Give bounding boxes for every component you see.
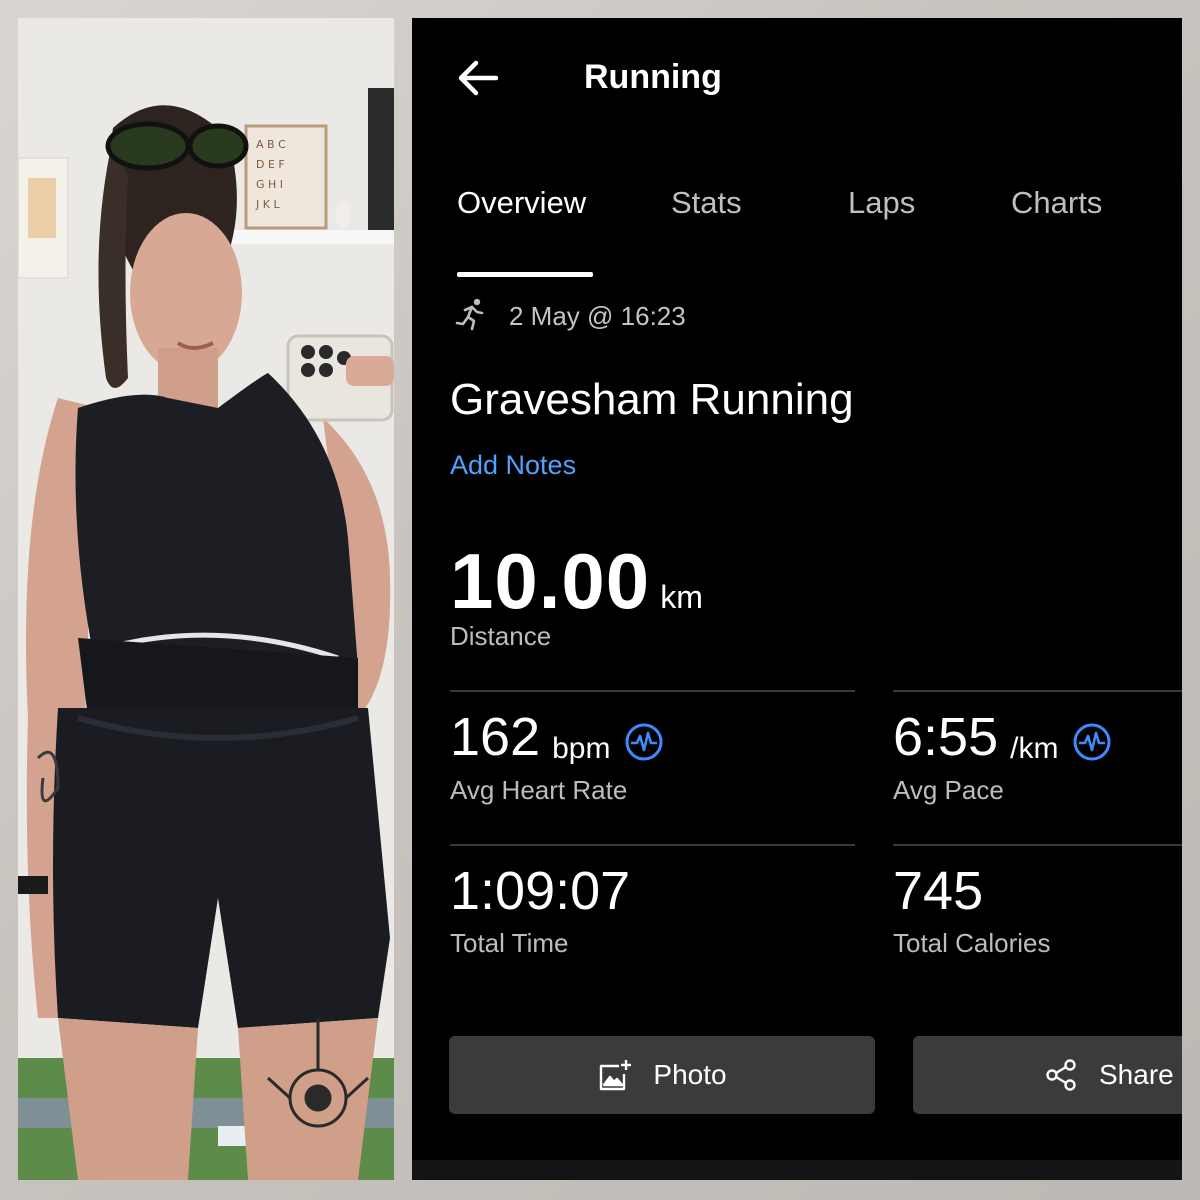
activity-name[interactable]: Gravesham Running (450, 375, 854, 425)
back-arrow-icon[interactable] (456, 56, 500, 100)
bottom-bar (412, 1160, 1182, 1180)
pace-label: Avg Pace (893, 775, 1004, 805)
page-title: Running (584, 58, 722, 96)
total-calories-value: 745 (893, 861, 984, 921)
total-time-label: Total Time (450, 928, 569, 958)
heart-rate-label: Avg Heart Rate (450, 775, 628, 805)
share-button-label: Share (1099, 1059, 1174, 1090)
heart-rate-unit: bpm (552, 732, 611, 765)
divider (450, 690, 855, 692)
add-photo-button[interactable]: Photo (449, 1036, 875, 1114)
pulse-icon (1073, 723, 1111, 761)
distance-label: Distance (450, 621, 552, 651)
svg-text:A B C: A B C (256, 138, 286, 151)
share-button[interactable]: Share (913, 1036, 1182, 1114)
add-photo-icon (600, 1060, 632, 1091)
total-time-value: 1:09:07 (450, 861, 631, 921)
total-time-metric: 1:09:07 (450, 864, 630, 918)
photo-button-label: Photo (653, 1059, 727, 1090)
total-calories-label: Total Calories (893, 928, 1051, 958)
selfie-illustration: A B C D E F G H I J K L (18, 18, 394, 1180)
svg-text:G H I: G H I (256, 178, 283, 191)
pace-value: 6:55 (893, 707, 999, 767)
share-icon (1046, 1059, 1076, 1091)
avg-heart-rate-metric[interactable]: 162 bpm (450, 710, 664, 764)
selfie-photo: A B C D E F G H I J K L (18, 18, 394, 1180)
tab-charts[interactable]: Charts (1011, 185, 1102, 221)
total-calories-metric: 745 (893, 864, 983, 918)
tab-overview[interactable]: Overview (457, 185, 586, 221)
divider (893, 844, 1182, 846)
tab-stats[interactable]: Stats (671, 185, 742, 221)
distance-unit: km (660, 579, 703, 615)
heart-rate-value: 162 (450, 707, 541, 767)
tab-laps[interactable]: Laps (848, 185, 915, 221)
running-person-icon (455, 298, 484, 331)
distance-value: 10.00 (450, 537, 651, 625)
svg-text:J K L: J K L (255, 198, 280, 211)
svg-text:D E F: D E F (256, 158, 285, 171)
activity-date: 2 May @ 16:23 (509, 301, 686, 331)
divider (450, 844, 855, 846)
activity-screen: Running Overview Stats Laps Charts 2 May… (412, 18, 1182, 1180)
avg-pace-metric[interactable]: 6:55 /km (893, 710, 1112, 764)
pace-unit: /km (1010, 732, 1059, 765)
divider (893, 690, 1182, 692)
pulse-icon (625, 723, 663, 761)
add-notes-link[interactable]: Add Notes (450, 450, 576, 481)
distance-display: 10.00 km (450, 536, 703, 627)
active-tab-indicator (457, 272, 593, 277)
